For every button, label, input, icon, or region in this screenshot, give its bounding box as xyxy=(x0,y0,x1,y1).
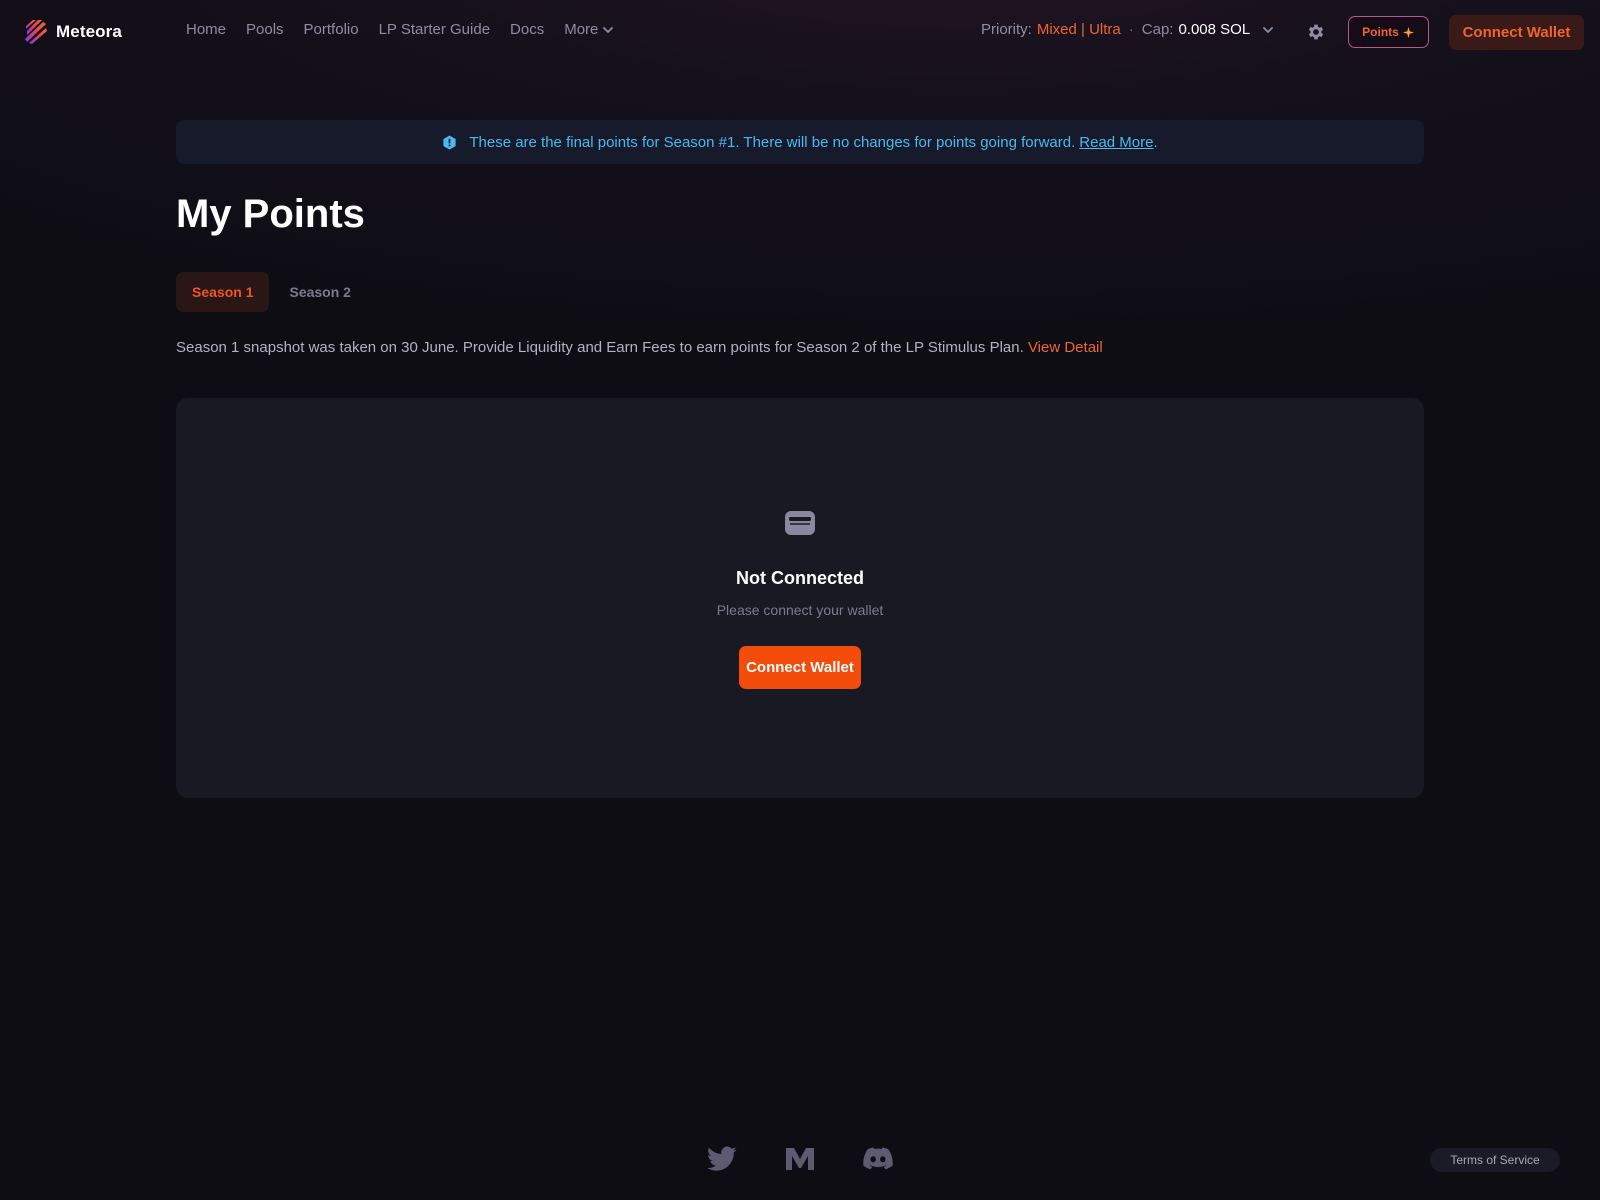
medium-icon[interactable] xyxy=(785,1146,815,1172)
season-description: Season 1 snapshot was taken on 30 June. … xyxy=(176,339,1103,356)
wallet-icon xyxy=(785,511,815,535)
nav-docs[interactable]: Docs xyxy=(510,21,544,38)
nav-lp-starter-guide[interactable]: LP Starter Guide xyxy=(379,21,490,38)
info-icon xyxy=(443,134,456,150)
points-button[interactable]: Points xyxy=(1348,16,1429,48)
empty-state-title: Not Connected xyxy=(736,568,864,588)
brand-name: Meteora xyxy=(56,21,122,41)
page-title: My Points xyxy=(176,192,365,236)
chevron-down-icon xyxy=(603,26,614,33)
wallet-empty-state-card: Not Connected Please connect your wallet… xyxy=(176,398,1424,798)
connect-wallet-button[interactable]: Connect Wallet xyxy=(739,646,861,689)
nav-portfolio[interactable]: Portfolio xyxy=(304,21,359,38)
season-tabs: Season 1 Season 2 xyxy=(176,272,367,312)
connect-wallet-header-button[interactable]: Connect Wallet xyxy=(1449,15,1584,50)
meteora-logo-icon xyxy=(25,20,47,44)
terms-of-service-link[interactable]: Terms of Service xyxy=(1430,1148,1560,1172)
tab-season-1[interactable]: Season 1 xyxy=(176,272,270,312)
nav-more-dropdown[interactable]: More xyxy=(564,21,614,38)
view-detail-link[interactable]: View Detail xyxy=(1028,339,1103,356)
twitter-icon[interactable] xyxy=(707,1146,737,1172)
priority-separator: · xyxy=(1128,21,1134,38)
read-more-link[interactable]: Read More xyxy=(1079,134,1153,151)
priority-value: Mixed | Ultra xyxy=(1036,21,1121,38)
brand-logo[interactable]: Meteora xyxy=(24,18,122,45)
priority-fee-selector[interactable]: Priority: Mixed | Ultra · Cap: 0.008 SOL xyxy=(981,21,1274,38)
description-text: Season 1 snapshot was taken on 30 June. … xyxy=(176,339,1024,356)
nav-more-label: More xyxy=(564,21,599,38)
tab-season-2[interactable]: Season 2 xyxy=(273,272,366,312)
nav-home[interactable]: Home xyxy=(186,21,226,38)
priority-label: Priority: xyxy=(981,21,1032,38)
cap-label: Cap: xyxy=(1141,21,1174,38)
nav-pools[interactable]: Pools xyxy=(246,21,284,38)
banner-text: These are the final points for Season #1… xyxy=(469,133,1076,151)
chevron-down-icon xyxy=(1263,26,1274,33)
gear-icon[interactable] xyxy=(1306,22,1326,42)
points-label: Points xyxy=(1362,25,1399,39)
discord-icon[interactable] xyxy=(863,1146,893,1172)
sparkle-icon xyxy=(1402,26,1414,38)
main-nav: Home Pools Portfolio LP Starter Guide Do… xyxy=(186,21,614,38)
empty-state-subtitle: Please connect your wallet xyxy=(716,602,884,618)
top-nav-bar: Meteora Home Pools Portfolio LP Starter … xyxy=(0,0,1600,64)
info-banner: These are the final points for Season #1… xyxy=(176,120,1424,164)
banner-trailing: . xyxy=(1153,133,1158,151)
cap-value: 0.008 SOL xyxy=(1178,21,1251,38)
